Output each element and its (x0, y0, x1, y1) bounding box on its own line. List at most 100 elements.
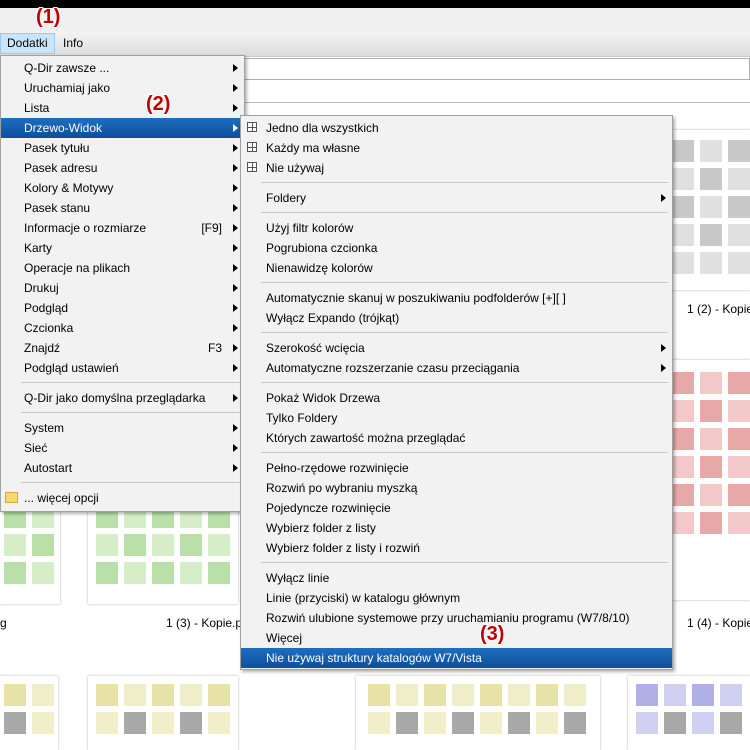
menu-item-label: Operacje na plikach (24, 261, 131, 275)
annotation-badge-3: (3) (480, 623, 505, 645)
menu-info-label: Info (63, 36, 84, 50)
menu-item-label: Karty (24, 241, 53, 255)
menu-separator (261, 282, 668, 283)
tree-grid-icon (247, 122, 257, 132)
menu-item-label: Których zawartość można przeglądać (266, 431, 466, 445)
menu-item-pasek-tytulu[interactable]: Pasek tytułu (1, 138, 244, 158)
submenu-item-nie-uzywaj[interactable]: Nie używaj (241, 158, 672, 178)
submenu-item-rozwin-ulubione[interactable]: Rozwiń ulubione systemowe przy uruchamia… (241, 608, 672, 628)
submenu-item-wiecej[interactable]: Więcej (241, 628, 672, 648)
menu-item-system[interactable]: System (1, 418, 244, 438)
submenu-item-kazdy-ma-wlasne[interactable]: Każdy ma własne (241, 138, 672, 158)
menu-item-label: Lista (24, 101, 50, 115)
menu-item-czcionka[interactable]: Czcionka (1, 318, 244, 338)
submenu-item-pokaz-widok-drzewa[interactable]: Pokaż Widok Drzewa (241, 388, 672, 408)
menu-item-informacje-o-rozmiarze[interactable]: Informacje o rozmiarze [F9] (1, 218, 244, 238)
thumbnail-yellow-left[interactable] (0, 676, 58, 750)
menu-item-karty[interactable]: Karty (1, 238, 244, 258)
menu-item-autostart[interactable]: Autostart (1, 458, 244, 478)
submenu-item-jedno-dla-wszystkich[interactable]: Jedno dla wszystkich (241, 118, 672, 138)
toolbar-strip (242, 80, 750, 103)
menu-item-q-dir-domyslna[interactable]: Q-Dir jako domyślna przeglądarka (1, 388, 244, 408)
menu-item-operacje-na-plikach[interactable]: Operacje na plikach (1, 258, 244, 278)
submenu-item-automatycznie-skanuj[interactable]: Automatycznie skanuj w poszukiwaniu podf… (241, 288, 672, 308)
submenu-arrow-icon (233, 284, 238, 292)
thumbnail-green-left[interactable] (0, 500, 60, 604)
submenu-item-rozwin-po-wybraniu[interactable]: Rozwiń po wybraniu myszką (241, 478, 672, 498)
thumbnail-green[interactable] (88, 500, 238, 604)
menu-item-wiecej-opcji[interactable]: ... więcej opcji (1, 488, 244, 508)
menu-item-label: Pasek stanu (24, 201, 91, 215)
menu-item-label: Q-Dir jako domyślna przeglądarka (24, 391, 206, 405)
thumbnail-grid (4, 684, 54, 734)
menu-item-label: Drzewo-Widok (24, 121, 103, 135)
menu-item-label: Rozwiń ulubione systemowe przy uruchamia… (266, 611, 630, 625)
submenu-item-tylko-foldery[interactable]: Tylko Foldery (241, 408, 672, 428)
menu-item-drzewo-widok[interactable]: Drzewo-Widok (1, 118, 244, 138)
submenu-item-wybierz-folder[interactable]: Wybierz folder z listy (241, 518, 672, 538)
submenu-item-nie-uzywaj-struktury[interactable]: Nie używaj struktury katalogów W7/Vista (241, 648, 672, 668)
menu-item-podglad[interactable]: Podgląd (1, 298, 244, 318)
menu-item-label: Automatyczne rozszerzanie czasu przeciąg… (266, 361, 520, 375)
submenu-arrow-icon (233, 204, 238, 212)
submenu-item-wybierz-folder-rozwin[interactable]: Wybierz folder z listy i rozwiń (241, 538, 672, 558)
menu-item-pasek-stanu[interactable]: Pasek stanu (1, 198, 244, 218)
menu-item-label: Pasek tytułu (24, 141, 90, 155)
thumbnail-yellow-2[interactable] (356, 676, 600, 750)
top-black-bar (0, 0, 750, 8)
submenu-item-pojedyncze-rozwiniecie[interactable]: Pojedyncze rozwinięcie (241, 498, 672, 518)
submenu-arrow-icon (233, 364, 238, 372)
menu-item-drukuj[interactable]: Drukuj (1, 278, 244, 298)
submenu-item-uzyj-filtr-kolorow[interactable]: Użyj filtr kolorów (241, 218, 672, 238)
menu-item-kolory-motywy[interactable]: Kolory & Motywy (1, 178, 244, 198)
submenu-item-wylacz-expando[interactable]: Wyłącz Expando (trójkąt) (241, 308, 672, 328)
submenu-item-ktorych-zawartosc[interactable]: Których zawartość można przeglądać (241, 428, 672, 448)
menu-item-label: Informacje o rozmiarze (24, 221, 147, 235)
submenu-arrow-icon (233, 264, 238, 272)
submenu-item-nienawidze-kolorow[interactable]: Nienawidzę kolorów (241, 258, 672, 278)
submenu-item-pogrubiona-czcionka[interactable]: Pogrubiona czcionka (241, 238, 672, 258)
submenu-item-wylacz-linie[interactable]: Wyłącz linie (241, 568, 672, 588)
menu-item-label: Znajdź (24, 341, 61, 355)
thumbnail-grid (636, 684, 742, 734)
menu-item-label: System (24, 421, 65, 435)
menu-item-label: Użyj filtr kolorów (266, 221, 354, 235)
menu-separator (261, 382, 668, 383)
submenu-arrow-icon (233, 124, 238, 132)
thumbnail-yellow[interactable] (88, 676, 238, 750)
submenu-item-pelno-rzedowe[interactable]: Pełno-rzędowe rozwinięcie (241, 458, 672, 478)
menu-item-label: Tylko Foldery (266, 411, 338, 425)
submenu-arrow-icon (233, 144, 238, 152)
submenu-item-linie-przyciski[interactable]: Linie (przyciski) w katalogu głównym (241, 588, 672, 608)
thumbnail-caption: 1 (4) - Kopie (687, 616, 750, 630)
menu-item-pasek-adresu[interactable]: Pasek adresu (1, 158, 244, 178)
menu-item-podglad-ustawien[interactable]: Podgląd ustawień (1, 358, 244, 378)
menu-bar: Dodatki Info (0, 31, 750, 57)
menu-item-znajdz[interactable]: Znajdź F3 (1, 338, 244, 358)
menu-item-uruchamiaj-jako[interactable]: Uruchamiaj jako (1, 78, 244, 98)
thumbnail-caption: 1 (2) - Kopie (687, 302, 750, 316)
submenu-item-foldery[interactable]: Foldery (241, 188, 672, 208)
menu-item-label: Pasek adresu (24, 161, 98, 175)
submenu-item-automatyczne-rozszerzanie[interactable]: Automatyczne rozszerzanie czasu przeciąg… (241, 358, 672, 378)
menu-item-label: Nienawidzę kolorów (266, 261, 373, 275)
menu-info[interactable]: Info (57, 34, 89, 53)
menu-separator (21, 382, 240, 383)
submenu-item-szerokosc-wciecia[interactable]: Szerokość wcięcia (241, 338, 672, 358)
menu-separator (261, 332, 668, 333)
menu-dodatki-label: Dodatki (7, 36, 48, 50)
menu-separator (261, 562, 668, 563)
address-bar[interactable] (242, 58, 750, 80)
menu-item-siec[interactable]: Sieć (1, 438, 244, 458)
menu-separator (21, 482, 240, 483)
menu-item-label: Wybierz folder z listy (266, 521, 376, 535)
menu-item-q-dir-zawsze[interactable]: Q-Dir zawsze ... (1, 58, 244, 78)
menu-item-label: Każdy ma własne (266, 141, 361, 155)
submenu-arrow-icon (233, 464, 238, 472)
thumbnail-blue[interactable] (628, 676, 750, 750)
menu-dodatki[interactable]: Dodatki (0, 33, 55, 54)
menu-item-label: Uruchamiaj jako (24, 81, 111, 95)
submenu-arrow-icon (233, 224, 238, 232)
menu-item-lista[interactable]: Lista (1, 98, 244, 118)
menu-separator (21, 412, 240, 413)
